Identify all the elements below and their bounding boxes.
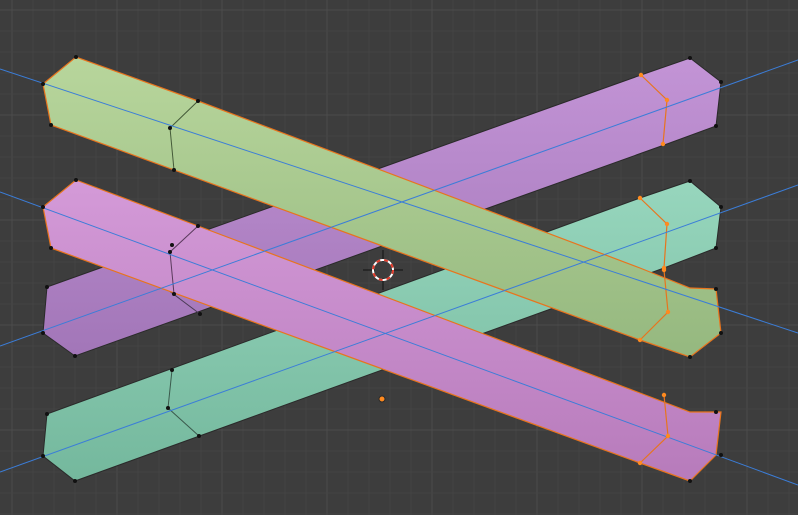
- mesh-vertex-selected[interactable]: [637, 460, 643, 466]
- mesh-vertex[interactable]: [714, 410, 718, 414]
- mesh-vertex[interactable]: [714, 287, 718, 291]
- mesh-vertex[interactable]: [172, 292, 176, 296]
- mesh-vertex[interactable]: [168, 250, 172, 254]
- mesh-vertex-selected[interactable]: [665, 433, 671, 439]
- mesh-vertex-selected[interactable]: [637, 337, 643, 343]
- mesh-vertex[interactable]: [714, 124, 718, 128]
- mesh-vertex[interactable]: [719, 331, 723, 335]
- mesh-vertex[interactable]: [41, 454, 45, 458]
- mesh-vertex[interactable]: [170, 368, 174, 372]
- mesh-vertex[interactable]: [196, 99, 200, 103]
- mesh-vertex[interactable]: [74, 178, 78, 182]
- mesh-vertex-selected[interactable]: [637, 195, 643, 201]
- mesh-vertex[interactable]: [41, 82, 45, 86]
- mesh-vertex-selected[interactable]: [660, 141, 666, 147]
- mesh-vertex-selected[interactable]: [664, 221, 670, 227]
- mesh-vertex-selected[interactable]: [661, 392, 667, 398]
- mesh-vertex[interactable]: [49, 123, 53, 127]
- mesh-vertex[interactable]: [688, 479, 692, 483]
- mesh-vertex[interactable]: [41, 331, 45, 335]
- mesh-vertex[interactable]: [45, 412, 49, 416]
- mesh-vertex[interactable]: [41, 205, 45, 209]
- 3d-viewport[interactable]: [0, 0, 798, 515]
- object-origin-icon[interactable]: [378, 395, 386, 403]
- mesh-vertex[interactable]: [196, 224, 200, 228]
- mesh-vertex-selected[interactable]: [661, 267, 667, 273]
- mesh-vertex[interactable]: [168, 126, 172, 130]
- mesh-vertex[interactable]: [688, 179, 692, 183]
- mesh-vertex[interactable]: [714, 246, 718, 250]
- mesh-vertex[interactable]: [688, 56, 692, 60]
- mesh-vertex[interactable]: [45, 285, 49, 289]
- mesh-vertex-selected[interactable]: [664, 97, 670, 103]
- mesh-vertex[interactable]: [719, 80, 723, 84]
- mesh-vertex[interactable]: [49, 246, 53, 250]
- mesh-vertex[interactable]: [73, 354, 77, 358]
- mesh-vertex[interactable]: [198, 312, 202, 316]
- mesh-vertex[interactable]: [719, 453, 723, 457]
- mesh-vertex[interactable]: [172, 168, 176, 172]
- mesh-vertex[interactable]: [197, 434, 201, 438]
- mesh-vertex[interactable]: [719, 205, 723, 209]
- viewport-canvas[interactable]: [0, 0, 798, 515]
- mesh-vertex[interactable]: [170, 243, 174, 247]
- mesh-vertex[interactable]: [74, 55, 78, 59]
- mesh-vertex-selected[interactable]: [665, 309, 671, 315]
- mesh-vertex[interactable]: [73, 479, 77, 483]
- mesh-vertex[interactable]: [688, 355, 692, 359]
- mesh-vertex[interactable]: [166, 406, 170, 410]
- mesh-vertex-selected[interactable]: [638, 72, 644, 78]
